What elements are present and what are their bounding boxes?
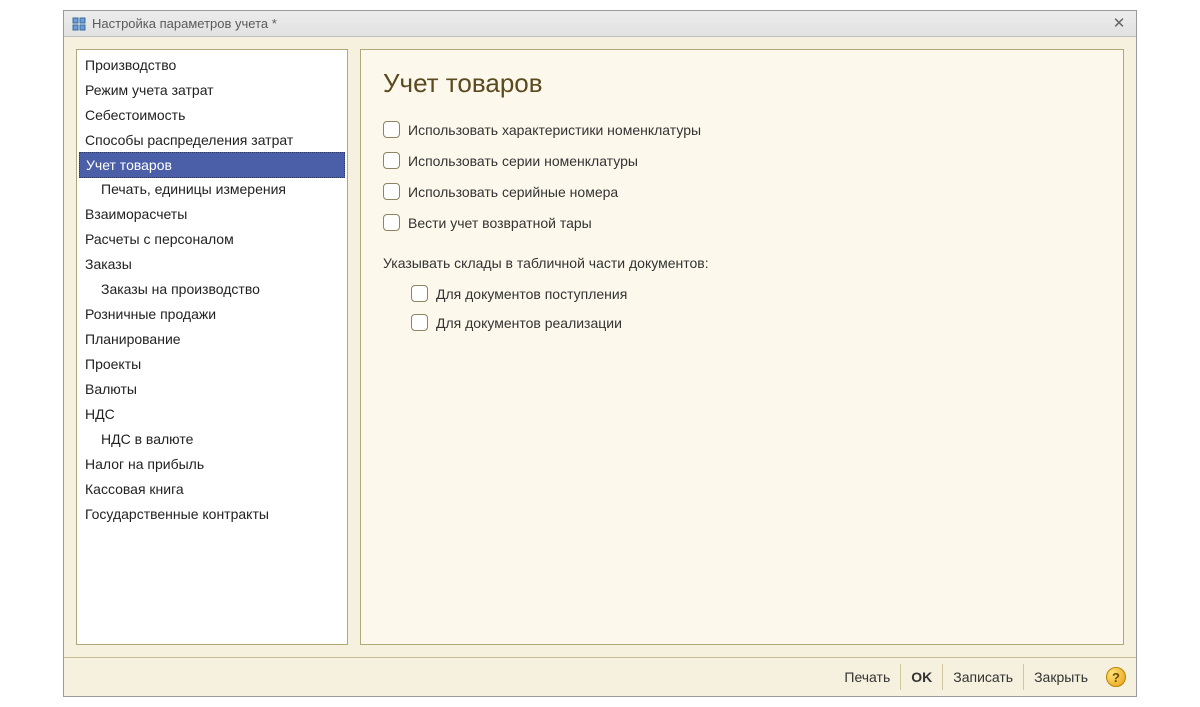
sidebar-item-label: Способы распределения затрат bbox=[85, 132, 293, 148]
checkbox-label: Использовать серии номенклатуры bbox=[408, 153, 638, 169]
sidebar-item-15[interactable]: НДС в валюте bbox=[79, 427, 345, 452]
sidebar-item-label: Производство bbox=[85, 57, 176, 73]
sub-checkbox-label: Для документов реализации bbox=[436, 315, 622, 331]
sidebar-item-label: Налог на прибыль bbox=[85, 456, 204, 472]
checkbox-2[interactable] bbox=[383, 183, 400, 200]
sidebar-item-label: Заказы на производство bbox=[101, 281, 260, 297]
checkbox-label: Вести учет возвратной тары bbox=[408, 215, 592, 231]
sub-checkbox-row-1: Для документов реализации bbox=[411, 314, 1101, 331]
sidebar-item-label: Себестоимость bbox=[85, 107, 185, 123]
sidebar-item-label: Режим учета затрат bbox=[85, 82, 214, 98]
window-title: Настройка параметров учета * bbox=[92, 16, 277, 31]
checkbox-row-1: Использовать серии номенклатуры bbox=[383, 152, 1101, 169]
sidebar-item-label: Взаиморасчеты bbox=[85, 206, 187, 222]
sub-checkbox-1[interactable] bbox=[411, 314, 428, 331]
sidebar-item-8[interactable]: Заказы bbox=[79, 252, 345, 277]
checkbox-label: Использовать характеристики номенклатуры bbox=[408, 122, 701, 138]
sidebar-item-12[interactable]: Проекты bbox=[79, 352, 345, 377]
section-label: Указывать склады в табличной части докум… bbox=[383, 255, 1101, 271]
page-heading: Учет товаров bbox=[383, 68, 1101, 99]
sidebar-item-11[interactable]: Планирование bbox=[79, 327, 345, 352]
sidebar-item-3[interactable]: Способы распределения затрат bbox=[79, 128, 345, 153]
close-icon: ✕ bbox=[1113, 16, 1126, 31]
settings-window: Настройка параметров учета * ✕ Производс… bbox=[63, 10, 1137, 697]
sidebar-item-17[interactable]: Кассовая книга bbox=[79, 477, 345, 502]
sidebar-item-9[interactable]: Заказы на производство bbox=[79, 277, 345, 302]
sidebar: Производство Режим учета затрат Себестоимо… bbox=[76, 49, 348, 645]
sidebar-item-7[interactable]: Расчеты с персоналом bbox=[79, 227, 345, 252]
help-icon: ? bbox=[1112, 670, 1120, 685]
sidebar-item-label: Планирование bbox=[85, 331, 181, 347]
ok-button[interactable]: OK bbox=[900, 664, 942, 690]
sub-checkbox-0[interactable] bbox=[411, 285, 428, 302]
print-button[interactable]: Печать bbox=[834, 664, 900, 690]
sidebar-item-label: Заказы bbox=[85, 256, 132, 272]
checkbox-3[interactable] bbox=[383, 214, 400, 231]
sub-checkbox-row-0: Для документов поступления bbox=[411, 285, 1101, 302]
titlebar-left: Настройка параметров учета * bbox=[72, 16, 277, 31]
sidebar-item-label: Расчеты с персоналом bbox=[85, 231, 234, 247]
sidebar-item-label: Печать, единицы измерения bbox=[101, 181, 286, 197]
sub-checkbox-label: Для документов поступления bbox=[436, 286, 627, 302]
checkbox-0[interactable] bbox=[383, 121, 400, 138]
sidebar-item-16[interactable]: Налог на прибыль bbox=[79, 452, 345, 477]
content-panel: Учет товаров Использовать характеристики… bbox=[360, 49, 1124, 645]
sidebar-item-4[interactable]: Учет товаров bbox=[79, 152, 345, 178]
sidebar-item-label: Учет товаров bbox=[86, 157, 172, 173]
checkbox-row-2: Использовать серийные номера bbox=[383, 183, 1101, 200]
app-grid-icon bbox=[72, 17, 86, 31]
sidebar-item-2[interactable]: Себестоимость bbox=[79, 103, 345, 128]
sidebar-item-13[interactable]: Валюты bbox=[79, 377, 345, 402]
titlebar[interactable]: Настройка параметров учета * ✕ bbox=[64, 11, 1136, 37]
sidebar-item-label: Розничные продажи bbox=[85, 306, 216, 322]
close-button[interactable]: Закрыть bbox=[1023, 664, 1098, 690]
sidebar-item-label: Кассовая книга bbox=[85, 481, 184, 497]
checkbox-label: Использовать серийные номера bbox=[408, 184, 618, 200]
sidebar-item-10[interactable]: Розничные продажи bbox=[79, 302, 345, 327]
sidebar-item-14[interactable]: НДС bbox=[79, 402, 345, 427]
sidebar-item-1[interactable]: Режим учета затрат bbox=[79, 78, 345, 103]
sidebar-item-label: НДС bbox=[85, 406, 115, 422]
sidebar-item-label: Проекты bbox=[85, 356, 141, 372]
save-button[interactable]: Записать bbox=[942, 664, 1023, 690]
checkbox-1[interactable] bbox=[383, 152, 400, 169]
window-body: Производство Режим учета затрат Себестоимо… bbox=[64, 37, 1136, 657]
checkbox-row-0: Использовать характеристики номенклатуры bbox=[383, 121, 1101, 138]
sidebar-item-5[interactable]: Печать, единицы измерения bbox=[79, 177, 345, 202]
sidebar-item-label: НДС в валюте bbox=[101, 431, 193, 447]
footer: Печать OK Записать Закрыть ? bbox=[64, 657, 1136, 696]
window-close-button[interactable]: ✕ bbox=[1110, 15, 1128, 33]
sidebar-item-label: Государственные контракты bbox=[85, 506, 269, 522]
sidebar-item-label: Валюты bbox=[85, 381, 137, 397]
checkbox-row-3: Вести учет возвратной тары bbox=[383, 214, 1101, 231]
sidebar-item-6[interactable]: Взаиморасчеты bbox=[79, 202, 345, 227]
sidebar-item-18[interactable]: Государственные контракты bbox=[79, 502, 345, 527]
sidebar-item-0[interactable]: Производство bbox=[79, 53, 345, 78]
help-button[interactable]: ? bbox=[1106, 667, 1126, 687]
